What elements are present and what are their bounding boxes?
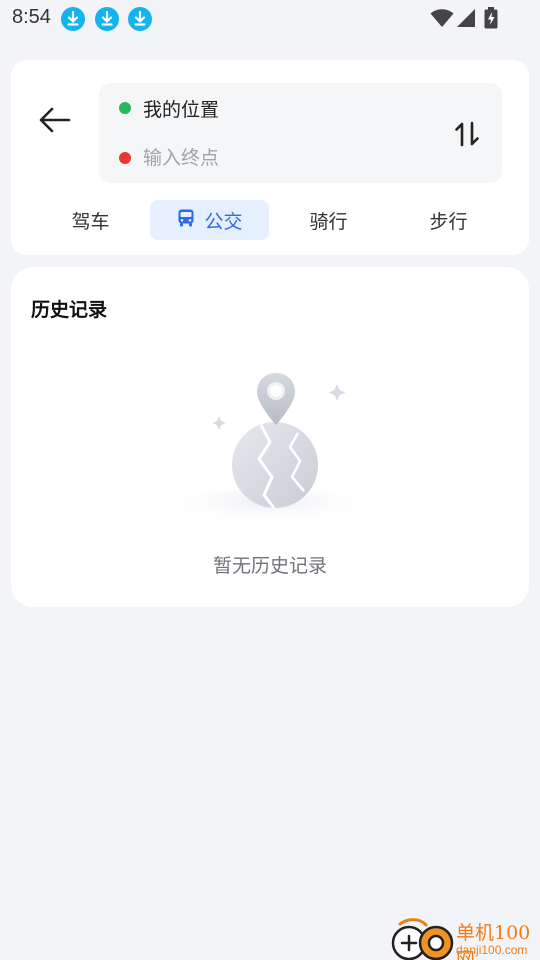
screen: 8:54 我的位置 输入终点 驾车 公交 骑行 步行 历史记录 暂无历史记录 单… xyxy=(0,0,540,960)
download-icon xyxy=(61,7,85,31)
status-time: 8:54 xyxy=(12,6,51,28)
tab-walking[interactable]: 步行 xyxy=(389,200,508,240)
origin-field[interactable]: 我的位置 xyxy=(119,93,219,123)
tab-cycling-label: 骑行 xyxy=(309,210,348,233)
tab-drive-label: 驾车 xyxy=(71,210,110,233)
download-icon xyxy=(128,7,152,31)
arrow-left-icon xyxy=(39,107,71,133)
origin-dot-icon xyxy=(119,102,131,114)
route-planner-card: 我的位置 驾车 xyxy=(11,60,529,255)
signal-icon xyxy=(457,9,475,27)
swap-button[interactable] xyxy=(454,120,480,148)
tab-cycling[interactable]: 骑行 xyxy=(269,200,388,240)
tab-bus[interactable]: 公交 xyxy=(150,200,269,240)
history-card: 历史记录 暂无历史记录 xyxy=(11,267,529,607)
watermark-logo-icon xyxy=(391,918,454,960)
empty-history-text: 暂无历史记录 xyxy=(212,555,327,577)
destination-input[interactable] xyxy=(143,147,423,169)
history-title: 历史记录 xyxy=(31,299,108,321)
destination-dot-icon xyxy=(119,152,131,164)
site-watermark: 单机100网 danji100.com xyxy=(390,916,540,960)
download-icon xyxy=(95,7,119,31)
route-input-box: 我的位置 xyxy=(99,83,502,183)
travel-mode-tabs: 驾车 公交 骑行 步行 xyxy=(11,200,529,240)
destination-field[interactable] xyxy=(119,143,423,173)
bus-icon xyxy=(176,208,196,233)
wifi-icon xyxy=(430,9,454,27)
back-button[interactable] xyxy=(35,100,75,140)
battery-charging-icon xyxy=(484,7,498,29)
swap-vertical-icon xyxy=(455,121,479,147)
tab-walking-label: 步行 xyxy=(429,210,468,233)
tab-drive[interactable]: 驾车 xyxy=(31,200,150,240)
watermark-url: danji100.com xyxy=(456,943,528,957)
empty-location-illustration xyxy=(169,373,369,527)
origin-text: 我的位置 xyxy=(143,98,220,121)
tab-bus-label: 公交 xyxy=(204,210,243,233)
status-bar: 8:54 xyxy=(0,0,540,38)
